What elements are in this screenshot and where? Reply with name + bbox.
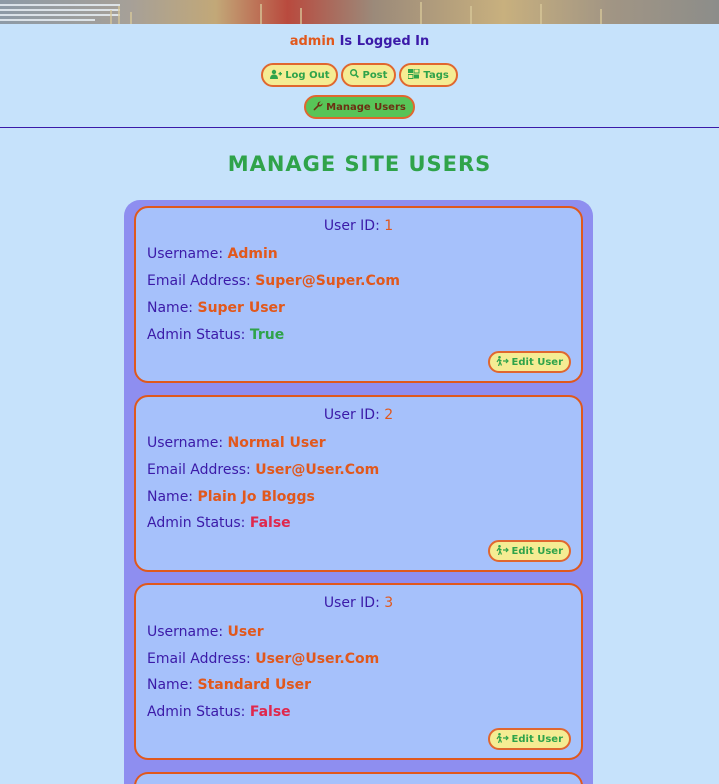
user-id-label: User ID: (323, 595, 380, 611)
email-value: User@User.Com (255, 462, 380, 478)
edit-user-label: Edit User (511, 545, 563, 557)
admin-status-label: Admin Status: (147, 515, 246, 531)
edit-user-button[interactable]: Edit User (487, 728, 571, 750)
email-value: User@User.Com (255, 651, 380, 667)
user-id-value: 2 (384, 407, 394, 423)
username-field: Username: Admin (147, 246, 278, 262)
admin-status-label: Admin Status: (147, 327, 246, 343)
username-value: Admin (227, 246, 278, 262)
edit-user-button[interactable]: Edit User (487, 540, 571, 562)
name-label: Name: (147, 489, 194, 505)
user-id-label: User ID: (323, 407, 380, 423)
logged-in-text: Is Logged In (339, 34, 430, 49)
edit-user-label: Edit User (511, 733, 563, 745)
username-label: Username: (147, 435, 224, 451)
tags-button[interactable]: Tags (399, 63, 458, 87)
email-field: Email Address: User@User.Com (147, 462, 379, 478)
nav-row-admin: Manage Users (0, 95, 719, 119)
name-value: Standard User (197, 677, 312, 693)
nav-row-primary: Log Out Post Tags (0, 63, 719, 87)
admin-status-label: Admin Status: (147, 704, 246, 720)
user-minus-icon (270, 69, 283, 82)
logout-label: Log Out (285, 69, 330, 81)
username-value: Normal User (227, 435, 326, 451)
name-field: Name: Standard User (147, 677, 311, 693)
admin-status-field: Admin Status: False (147, 515, 291, 531)
username-label: Username: (147, 246, 224, 262)
user-id-line: User ID: 2 (136, 407, 581, 423)
user-card-partial (134, 772, 583, 784)
user-id-value: 1 (384, 218, 394, 234)
person-walking-arrow-icon (496, 732, 509, 746)
edit-user-label: Edit User (511, 356, 563, 368)
user-card: User ID: 1 Username: Admin Email Address… (134, 206, 583, 383)
username-value: User (227, 624, 264, 640)
name-field: Name: Plain Jo Bloggs (147, 489, 315, 505)
person-walking-arrow-icon (496, 355, 509, 369)
person-walking-arrow-icon (496, 544, 509, 558)
admin-status-value: True (249, 327, 285, 343)
name-label: Name: (147, 677, 194, 693)
manage-users-button[interactable]: Manage Users (304, 95, 415, 119)
user-id-line: User ID: 1 (136, 218, 581, 234)
email-label: Email Address: (147, 273, 251, 289)
admin-status-value: False (249, 704, 291, 720)
tags-label: Tags (423, 69, 449, 81)
admin-status-field: Admin Status: True (147, 327, 284, 343)
email-value: Super@Super.Com (255, 273, 400, 289)
name-field: Name: Super User (147, 300, 285, 316)
user-id-value: 3 (384, 595, 394, 611)
login-status: admin Is Logged In (0, 34, 719, 49)
admin-status-field: Admin Status: False (147, 704, 291, 720)
username-field: Username: User (147, 624, 264, 640)
user-card: User ID: 3 Username: User Email Address:… (134, 583, 583, 760)
email-label: Email Address: (147, 462, 251, 478)
user-id-line: User ID: 3 (136, 595, 581, 611)
logged-in-username: admin (289, 34, 336, 49)
email-field: Email Address: Super@Super.Com (147, 273, 400, 289)
header-divider (0, 127, 719, 128)
tags-icon (407, 68, 420, 82)
edit-user-button[interactable]: Edit User (487, 351, 571, 373)
header-banner-image (0, 0, 719, 24)
email-label: Email Address: (147, 651, 251, 667)
post-button[interactable]: Post (341, 63, 397, 87)
logout-button[interactable]: Log Out (261, 63, 339, 87)
username-label: Username: (147, 624, 224, 640)
manage-users-label: Manage Users (326, 101, 406, 113)
user-card: User ID: 2 Username: Normal User Email A… (134, 395, 583, 572)
name-value: Super User (197, 300, 285, 316)
search-plus-icon (350, 68, 360, 81)
page-title: MANAGE SITE USERS (227, 152, 492, 176)
name-label: Name: (147, 300, 194, 316)
admin-status-value: False (249, 515, 291, 531)
post-label: Post (362, 69, 388, 81)
name-value: Plain Jo Bloggs (197, 489, 315, 505)
email-field: Email Address: User@User.Com (147, 651, 379, 667)
username-field: Username: Normal User (147, 435, 326, 451)
user-id-label: User ID: (323, 218, 380, 234)
wrench-icon (313, 100, 323, 114)
